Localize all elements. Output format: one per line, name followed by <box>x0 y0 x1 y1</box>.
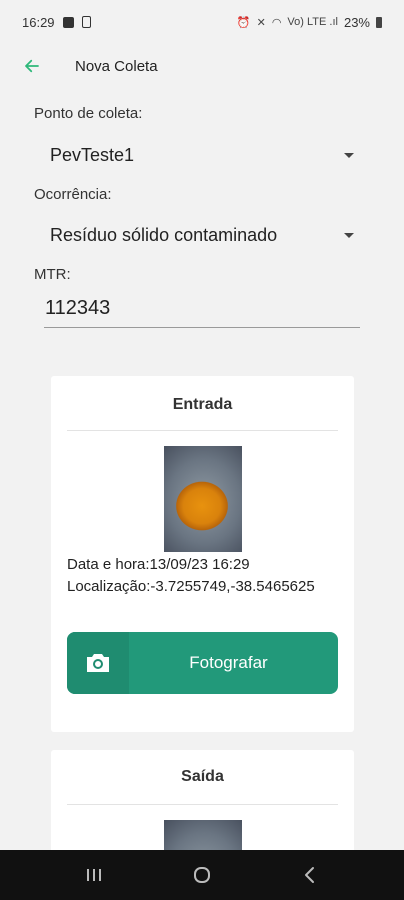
entrada-datetime: Data e hora:13/09/23 16:29 <box>67 556 250 573</box>
ocorrencia-value: Resíduo sólido contaminado <box>50 224 278 245</box>
signal-text: Vo) LTE .ıl <box>287 16 338 28</box>
app-bar: Nova Coleta <box>0 44 404 88</box>
phone-icon <box>81 16 91 28</box>
ponto-value: PevTeste1 <box>50 144 135 165</box>
ponto-select[interactable]: PevTeste1 <box>50 138 360 172</box>
battery-icon <box>376 16 382 28</box>
saida-title: Saída <box>181 768 224 785</box>
chevron-down-icon <box>344 232 354 238</box>
entrada-location: Localização:-3.7255749,-38.5465625 <box>67 578 315 595</box>
system-back-button[interactable] <box>290 855 330 895</box>
back-button[interactable] <box>8 44 56 88</box>
ocorrencia-select[interactable]: Resíduo sólido contaminado <box>50 218 360 252</box>
mtr-label: MTR: <box>34 266 71 283</box>
wifi-icon: ◠ <box>271 16 282 29</box>
home-button[interactable] <box>182 855 222 895</box>
entrada-title: Entrada <box>172 396 233 413</box>
status-bar: 16:29 ⏰ ✕ ◠ Vo) LTE .ıl 23% <box>0 0 404 44</box>
alarm-icon: ⏰ <box>236 16 251 29</box>
entrada-card: Entrada Data e hora:13/09/23 16:29 Local… <box>51 376 354 732</box>
status-time: 16:29 <box>22 14 55 30</box>
button-icon-area <box>67 632 129 694</box>
notification-icon <box>62 16 74 28</box>
ponto-label: Ponto de coleta: <box>34 105 143 122</box>
home-icon <box>194 867 210 883</box>
chevron-down-icon <box>344 152 354 158</box>
page-title: Nova Coleta <box>75 57 158 75</box>
system-nav-bar <box>0 850 404 900</box>
back-chevron-icon <box>305 867 314 883</box>
ocorrencia-label: Ocorrência: <box>34 186 112 203</box>
saida-divider <box>67 804 338 805</box>
fotografar-label: Fotografar <box>189 653 268 672</box>
entrada-divider <box>67 430 338 431</box>
camera-icon <box>87 654 109 672</box>
recents-icon <box>87 869 101 881</box>
mute-icon: ✕ <box>256 16 266 29</box>
fotografar-button[interactable]: Fotografar <box>67 632 338 694</box>
battery-percent: 23% <box>343 14 370 30</box>
mtr-input[interactable] <box>44 290 360 328</box>
arrow-left-icon <box>25 59 39 73</box>
recents-button[interactable] <box>74 855 114 895</box>
entrada-photo[interactable] <box>164 446 242 552</box>
